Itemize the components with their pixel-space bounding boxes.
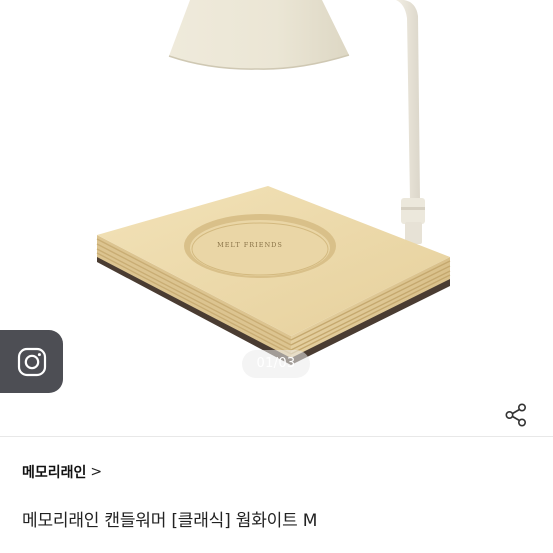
product-image-gallery[interactable]: MELT FRIENDS 01/03	[0, 0, 553, 436]
share-icon	[505, 403, 527, 427]
lamp-arm	[396, 0, 420, 200]
chevron-right-icon: >	[90, 464, 103, 480]
brand-name: 메모리래인	[22, 465, 87, 481]
image-counter: 01/03	[242, 350, 310, 378]
section-divider	[0, 436, 553, 437]
product-detail-screen: MELT FRIENDS 01/03 메모리래인 > 메모리래인 캔들워머 [클…	[0, 0, 553, 553]
plate-engraving: MELT FRIENDS	[217, 241, 283, 249]
share-button[interactable]	[499, 398, 533, 432]
brand-link[interactable]: 메모리래인 >	[22, 462, 102, 482]
product-title: 메모리래인 캔들워머 [클래식] 웜화이트 M	[22, 511, 318, 531]
instagram-button[interactable]	[0, 330, 63, 393]
lamp-shade	[169, 0, 349, 70]
instagram-icon	[17, 347, 46, 376]
